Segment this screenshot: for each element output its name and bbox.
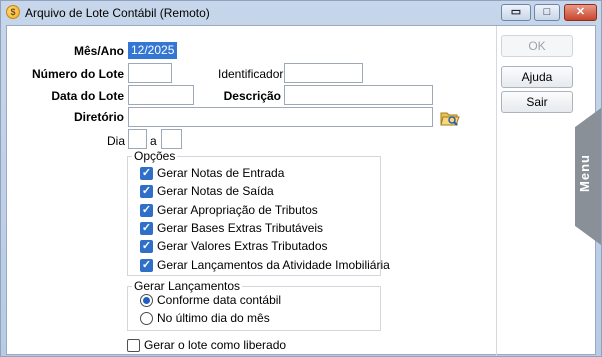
app-icon: $ bbox=[6, 5, 20, 19]
checkbox-unchecked-icon bbox=[127, 339, 140, 352]
radio-unselected-icon bbox=[140, 312, 153, 325]
button-panel-divider bbox=[496, 26, 497, 356]
window: $ Arquivo de Lote Contábil (Remoto) ▭ □ … bbox=[0, 0, 602, 357]
window-title: Arquivo de Lote Contábil (Remoto) bbox=[25, 6, 210, 20]
radio-label: No último dia do mês bbox=[157, 311, 270, 325]
folder-open-icon[interactable] bbox=[440, 110, 460, 127]
checkbox-label: Gerar Valores Extras Tributados bbox=[157, 239, 328, 253]
dialog-client-area: Mês/Ano 12/2025 Número do Lote Identific… bbox=[6, 25, 596, 356]
close-button[interactable]: ✕ bbox=[564, 4, 597, 21]
gerar-lancamentos-legend: Gerar Lançamentos bbox=[134, 279, 241, 293]
checkmark-icon: ✓ bbox=[140, 167, 153, 180]
sair-button[interactable]: Sair bbox=[501, 91, 573, 113]
dia-label: Dia bbox=[107, 134, 126, 148]
checkmark-icon: ✓ bbox=[140, 222, 153, 235]
descricao-input[interactable] bbox=[284, 85, 433, 105]
checkbox-label: Gerar o lote como liberado bbox=[144, 338, 287, 352]
minimize-icon: ▭ bbox=[510, 6, 522, 18]
mes-ano-input[interactable]: 12/2025 bbox=[128, 41, 178, 61]
numero-lote-input[interactable] bbox=[128, 63, 172, 83]
checkbox-label: Gerar Lançamentos da Atividade Imobiliár… bbox=[157, 258, 390, 272]
checkbox-label: Gerar Notas de Saída bbox=[157, 184, 274, 198]
dia-from-input[interactable] bbox=[128, 129, 147, 149]
identificador-label: Identificador bbox=[218, 67, 284, 81]
opcoes-legend: Opções bbox=[134, 149, 176, 163]
dia-separator: a bbox=[150, 134, 157, 148]
maximize-button[interactable]: □ bbox=[534, 4, 560, 21]
data-lote-input[interactable] bbox=[128, 85, 194, 105]
checkmark-icon: ✓ bbox=[140, 259, 153, 272]
numero-lote-label: Número do Lote bbox=[32, 67, 124, 81]
title-bar[interactable]: $ Arquivo de Lote Contábil (Remoto) ▭ □ … bbox=[1, 1, 601, 25]
checkmark-icon: ✓ bbox=[140, 240, 153, 253]
ajuda-button[interactable]: Ajuda bbox=[501, 66, 573, 88]
menu-side-tab[interactable]: Menu bbox=[575, 108, 601, 245]
diretorio-label: Diretório bbox=[73, 110, 124, 124]
minimize-button[interactable]: ▭ bbox=[501, 4, 531, 21]
radio-label: Conforme data contábil bbox=[157, 293, 282, 307]
diretorio-input[interactable] bbox=[128, 107, 433, 127]
checkbox-label: Gerar Bases Extras Tributáveis bbox=[157, 221, 324, 235]
mes-ano-value: 12/2025 bbox=[128, 42, 178, 59]
close-icon: ✕ bbox=[575, 6, 586, 18]
identificador-input[interactable] bbox=[284, 63, 363, 83]
mes-ano-label: Mês/Ano bbox=[73, 44, 124, 58]
descricao-label: Descrição bbox=[223, 89, 281, 103]
checkmark-icon: ✓ bbox=[140, 204, 153, 217]
checkbox-label: Gerar Apropriação de Tributos bbox=[157, 203, 318, 217]
menu-tab-label: Menu bbox=[577, 154, 592, 192]
radio-selected-icon bbox=[140, 294, 153, 307]
maximize-icon: □ bbox=[543, 6, 551, 18]
dia-to-input[interactable] bbox=[161, 129, 182, 149]
checkmark-icon: ✓ bbox=[140, 185, 153, 198]
data-lote-label: Data do Lote bbox=[51, 89, 124, 103]
ok-button[interactable]: OK bbox=[501, 35, 573, 57]
checkbox-label: Gerar Notas de Entrada bbox=[157, 166, 285, 180]
